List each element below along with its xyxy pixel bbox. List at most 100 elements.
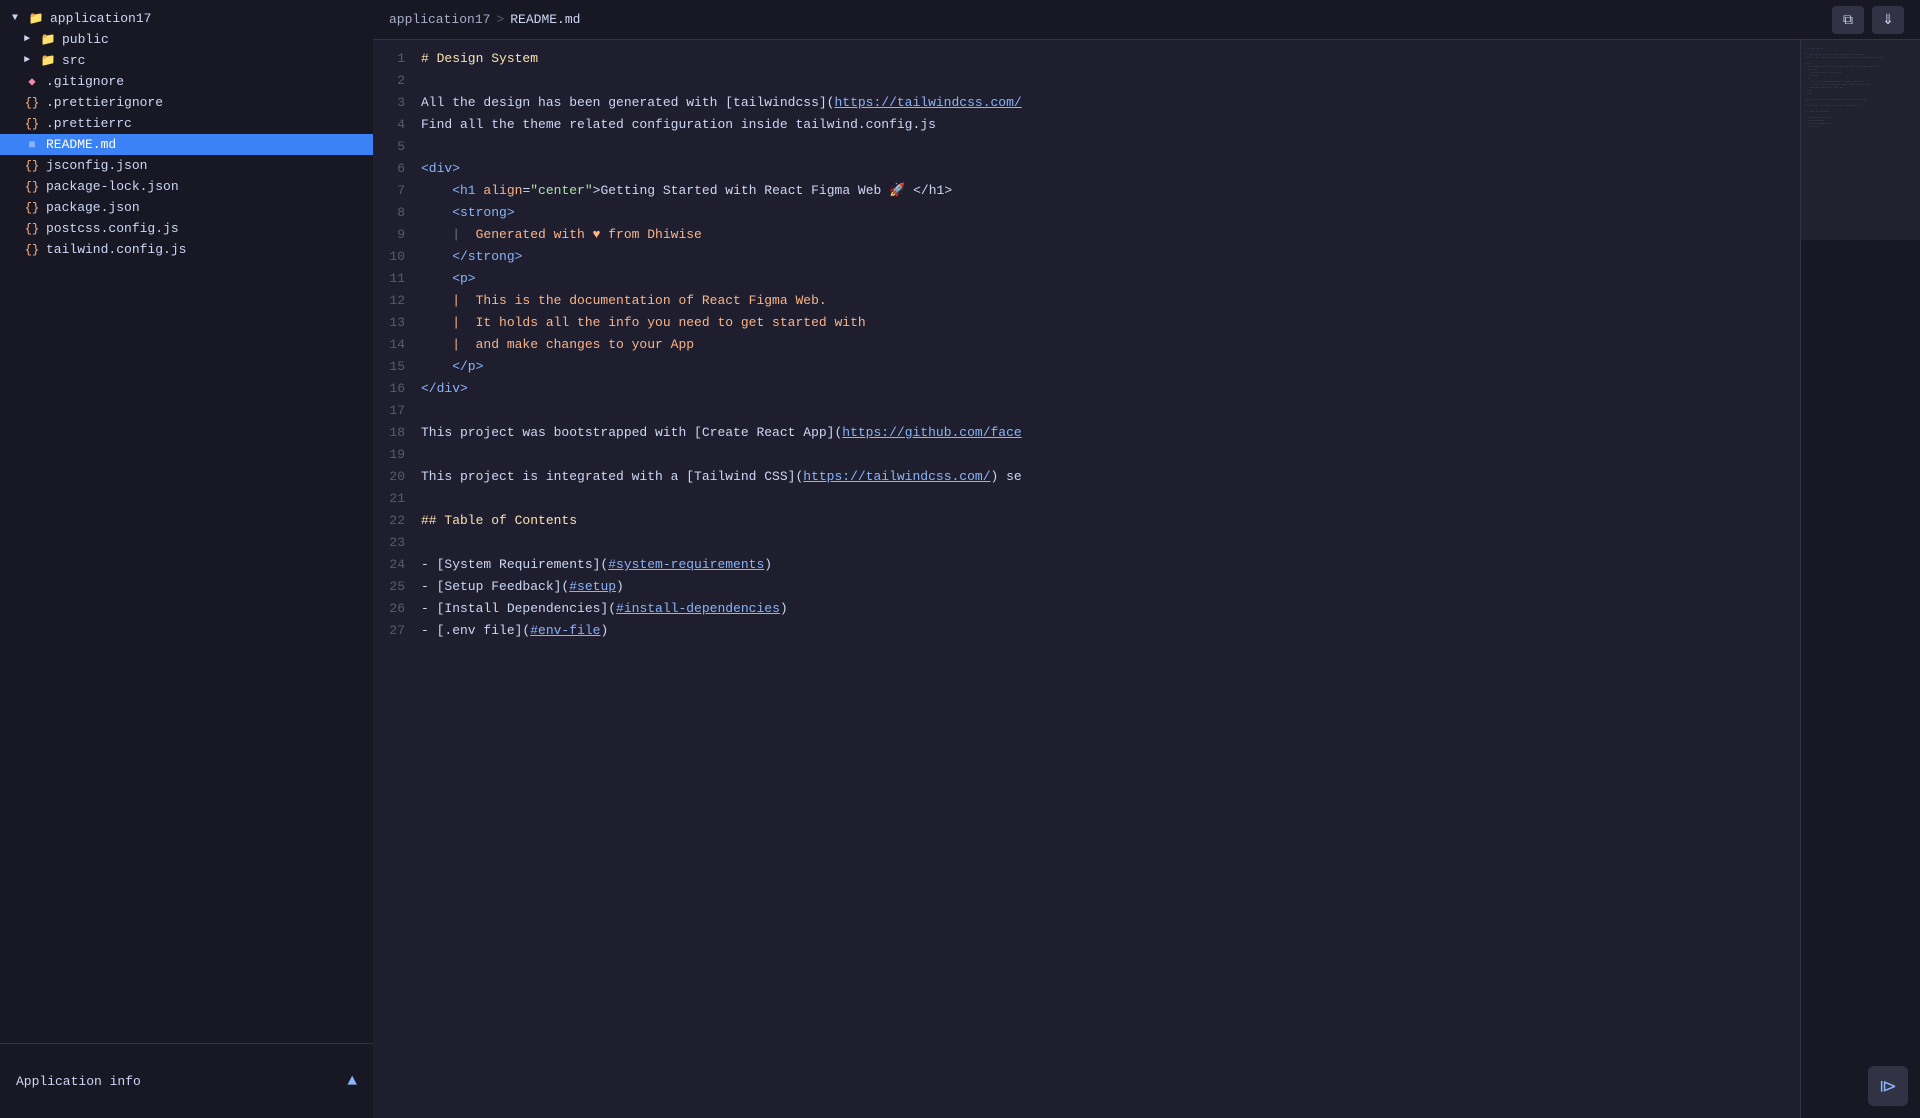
line-number: 24 [373, 554, 421, 576]
copy-button[interactable]: ⧉ [1832, 6, 1864, 34]
line-number: 26 [373, 598, 421, 620]
sidebar-item-label: jsconfig.json [46, 158, 147, 173]
code-editor[interactable]: 1# Design System2 3All the design has be… [373, 40, 1800, 1118]
sidebar-footer[interactable]: Application info ▲ [0, 1043, 373, 1118]
line-content: <div> [421, 158, 1800, 180]
line-number: 17 [373, 400, 421, 422]
sidebar-item-postcssconfig[interactable]: {}postcss.config.js [0, 218, 373, 239]
line-number: 19 [373, 444, 421, 466]
line-content: # Design System [421, 48, 1800, 70]
line-number: 11 [373, 268, 421, 290]
folder-icon: ⧐ [1879, 1076, 1897, 1097]
folder-icon: 📁 [40, 53, 56, 68]
line-number: 5 [373, 136, 421, 158]
sidebar-item-readmemd[interactable]: ■ README.md [0, 134, 373, 155]
sidebar-item-label: package-lock.json [46, 179, 179, 194]
code-line: 12 | This is the documentation of React … [373, 290, 1800, 312]
folder-button[interactable]: ⧐ [1868, 1066, 1908, 1106]
line-number: 1 [373, 48, 421, 70]
download-icon: ⇓ [1882, 11, 1894, 28]
code-line: 5 [373, 136, 1800, 158]
line-content: </strong> [421, 246, 1800, 268]
sidebar-item-packagelockjson[interactable]: {}package-lock.json [0, 176, 373, 197]
sidebar-item-label: .prettierignore [46, 95, 163, 110]
chevron-icon: ► [24, 55, 36, 66]
json-icon: {} [24, 222, 40, 236]
sidebar-item-label: public [62, 32, 109, 47]
line-content [421, 532, 1800, 554]
code-line: 8 <strong> [373, 202, 1800, 224]
line-content: - [Setup Feedback](#setup) [421, 576, 1800, 598]
main-content: application17 > README.md ⧉ ⇓ 1# Design … [373, 0, 1920, 1118]
line-content: Find all the theme related configuration… [421, 114, 1800, 136]
line-number: 20 [373, 466, 421, 488]
code-line: 9 | Generated with ♥ from Dhiwise [373, 224, 1800, 246]
code-line: 6<div> [373, 158, 1800, 180]
line-number: 25 [373, 576, 421, 598]
sidebar-item-jsconfigjson[interactable]: {} jsconfig.json [0, 155, 373, 176]
sidebar-item-label: src [62, 53, 85, 68]
code-line: 13 | It holds all the info you need to g… [373, 312, 1800, 334]
code-line: 14 | and make changes to your App [373, 334, 1800, 356]
sidebar-item-tailwindconfig[interactable]: {}tailwind.config.js [0, 239, 373, 260]
header-actions: ⧉ ⇓ [1832, 6, 1904, 34]
code-line: 3All the design has been generated with … [373, 92, 1800, 114]
code-line: 26- [Install Dependencies](#install-depe… [373, 598, 1800, 620]
sidebar-item-packagejson[interactable]: {}package.json [0, 197, 373, 218]
sidebar-item-application17[interactable]: ▼ 📁 application17 [0, 8, 373, 29]
code-line: 20This project is integrated with a [Tai… [373, 466, 1800, 488]
code-line: 15 </p> [373, 356, 1800, 378]
code-line: 18This project was bootstrapped with [Cr… [373, 422, 1800, 444]
line-number: 4 [373, 114, 421, 136]
download-button[interactable]: ⇓ [1872, 6, 1904, 34]
line-content: | This is the documentation of React Fig… [421, 290, 1800, 312]
line-content: | It holds all the info you need to get … [421, 312, 1800, 334]
code-line: 2 [373, 70, 1800, 92]
line-content [421, 488, 1800, 510]
sidebar-item-prettierrc[interactable]: {}.prettierrc [0, 113, 373, 134]
line-number: 21 [373, 488, 421, 510]
sidebar-item-label: package.json [46, 200, 140, 215]
sidebar-item-src[interactable]: ► 📁 src [0, 50, 373, 71]
line-content: | and make changes to your App [421, 334, 1800, 356]
code-line: 19 [373, 444, 1800, 466]
line-number: 8 [373, 202, 421, 224]
code-line: 4Find all the theme related configuratio… [373, 114, 1800, 136]
code-line: 27- [.env file](#env-file) [373, 620, 1800, 642]
line-number: 13 [373, 312, 421, 334]
code-line: 21 [373, 488, 1800, 510]
code-line: 1# Design System [373, 48, 1800, 70]
line-content: </p> [421, 356, 1800, 378]
sidebar-item-label: application17 [50, 11, 151, 26]
json-icon: {} [24, 159, 40, 173]
breadcrumb-root: application17 [389, 12, 490, 27]
json-icon: {} [24, 96, 40, 110]
line-number: 15 [373, 356, 421, 378]
sidebar-item-prettierignore[interactable]: {} .prettierignore [0, 92, 373, 113]
code-line: 24- [System Requirements](#system-requir… [373, 554, 1800, 576]
line-number: 27 [373, 620, 421, 642]
chevron-icon: ▼ [12, 13, 24, 24]
line-content: - [.env file](#env-file) [421, 620, 1800, 642]
line-content: - [System Requirements](#system-requirem… [421, 554, 1800, 576]
line-content: <strong> [421, 202, 1800, 224]
diamond-icon: ◆ [24, 74, 40, 89]
folder-icon: 📁 [28, 11, 44, 26]
breadcrumb-file: README.md [510, 12, 580, 27]
chevron-up-icon: ▲ [347, 1072, 357, 1090]
sidebar-item-gitignore[interactable]: ◆.gitignore [0, 71, 373, 92]
sidebar-item-label: README.md [46, 137, 116, 152]
line-number: 6 [373, 158, 421, 180]
line-number: 2 [373, 70, 421, 92]
line-content: | Generated with ♥ from Dhiwise [421, 224, 1800, 246]
chevron-icon: ► [24, 34, 36, 45]
code-line: 16</div> [373, 378, 1800, 400]
editor-header: application17 > README.md ⧉ ⇓ [373, 0, 1920, 40]
sidebar-item-label: tailwind.config.js [46, 242, 186, 257]
sidebar-item-public[interactable]: ►📁public [0, 29, 373, 50]
file-icon: ■ [24, 138, 40, 152]
line-number: 12 [373, 290, 421, 312]
line-content: This project is integrated with a [Tailw… [421, 466, 1800, 488]
line-number: 23 [373, 532, 421, 554]
json-icon: {} [24, 117, 40, 131]
